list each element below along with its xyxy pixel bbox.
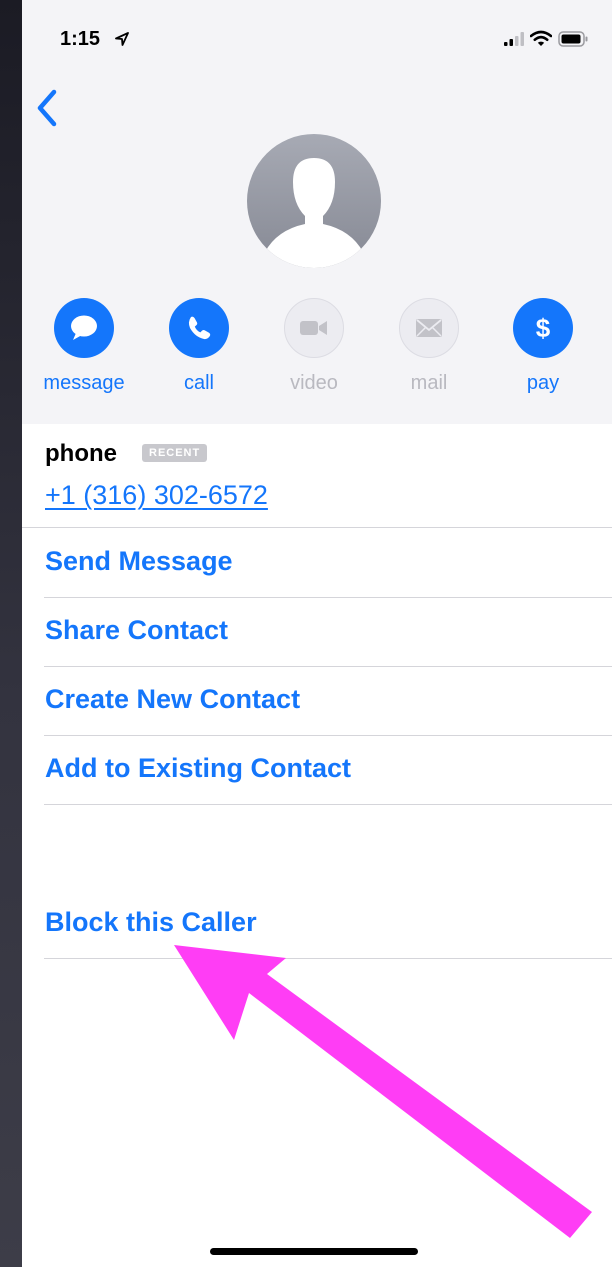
annotation-arrow-icon	[174, 945, 592, 1238]
phone-screen: 1:15 message call video mail $ pay phone…	[22, 0, 612, 1267]
home-indicator[interactable]	[210, 1248, 418, 1255]
